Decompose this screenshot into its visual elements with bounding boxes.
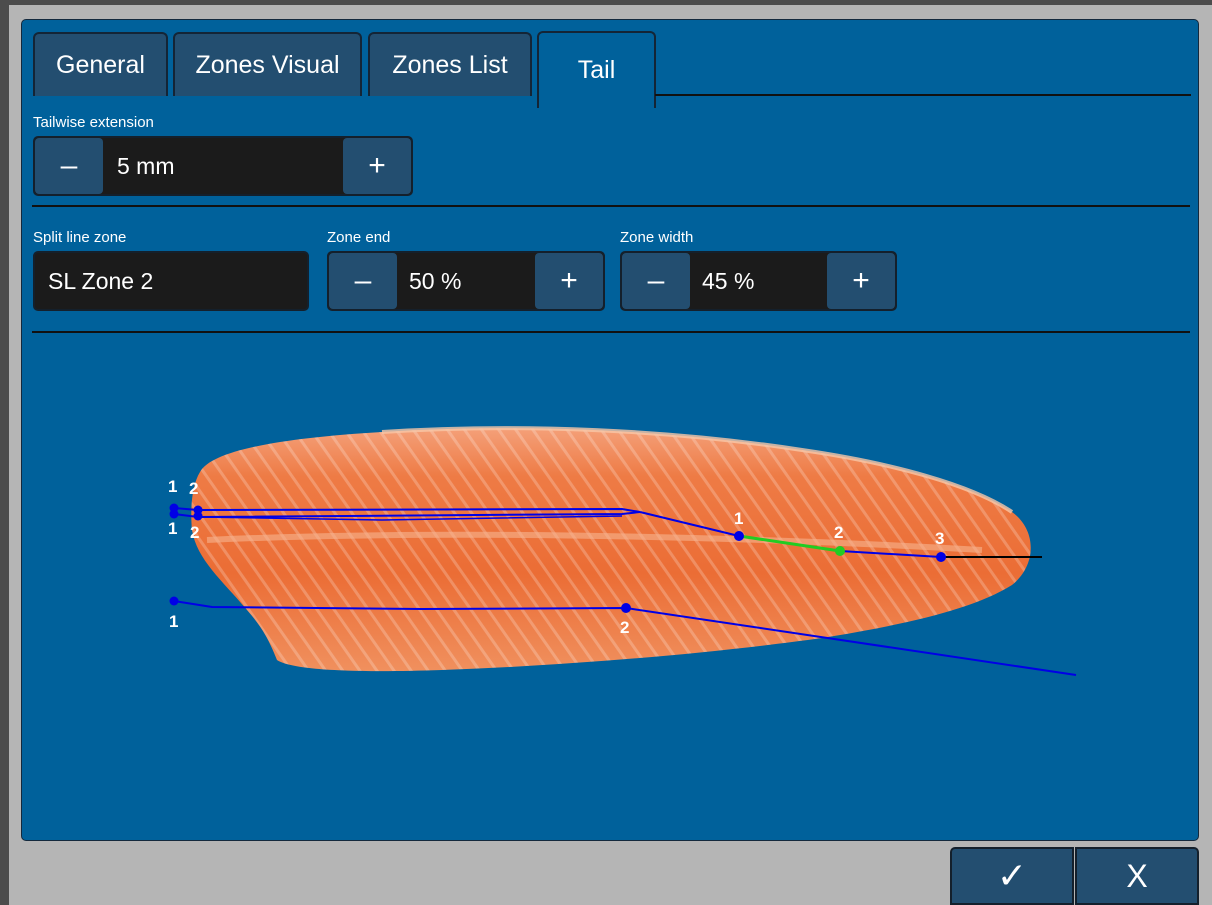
- point-label: 1: [169, 612, 178, 631]
- fillet-image-view[interactable]: 1 2 1 2 1 2 3 1 2: [22, 20, 1198, 840]
- point-label: 2: [834, 523, 843, 542]
- cancel-button[interactable]: X: [1075, 847, 1199, 905]
- point-label: 3: [935, 529, 944, 548]
- lower-point-2[interactable]: [621, 603, 631, 613]
- window-frame-left: [0, 0, 9, 905]
- upper-point-2[interactable]: [835, 546, 845, 556]
- point-label: 1: [168, 477, 177, 496]
- upper-point-3[interactable]: [936, 552, 946, 562]
- confirm-button[interactable]: ✓: [950, 847, 1074, 905]
- window-frame-top: [0, 0, 1212, 5]
- salmon-fillet-image: [191, 426, 1031, 672]
- lower-point-1[interactable]: [169, 596, 179, 606]
- point-label: 1: [168, 519, 177, 538]
- point-label: 2: [190, 523, 199, 542]
- point-label: 2: [189, 479, 198, 498]
- upper-point-1[interactable]: [734, 531, 744, 541]
- point-label: 2: [620, 618, 629, 637]
- close-icon: X: [1126, 857, 1148, 894]
- settings-panel: General Zones Visual Zones List Tail Tai…: [21, 19, 1199, 841]
- upper-point-2-bottom[interactable]: [193, 511, 203, 521]
- checkmark-icon: ✓: [996, 855, 1028, 896]
- point-label: 1: [734, 509, 743, 528]
- upper-point-1-bottom[interactable]: [169, 509, 179, 519]
